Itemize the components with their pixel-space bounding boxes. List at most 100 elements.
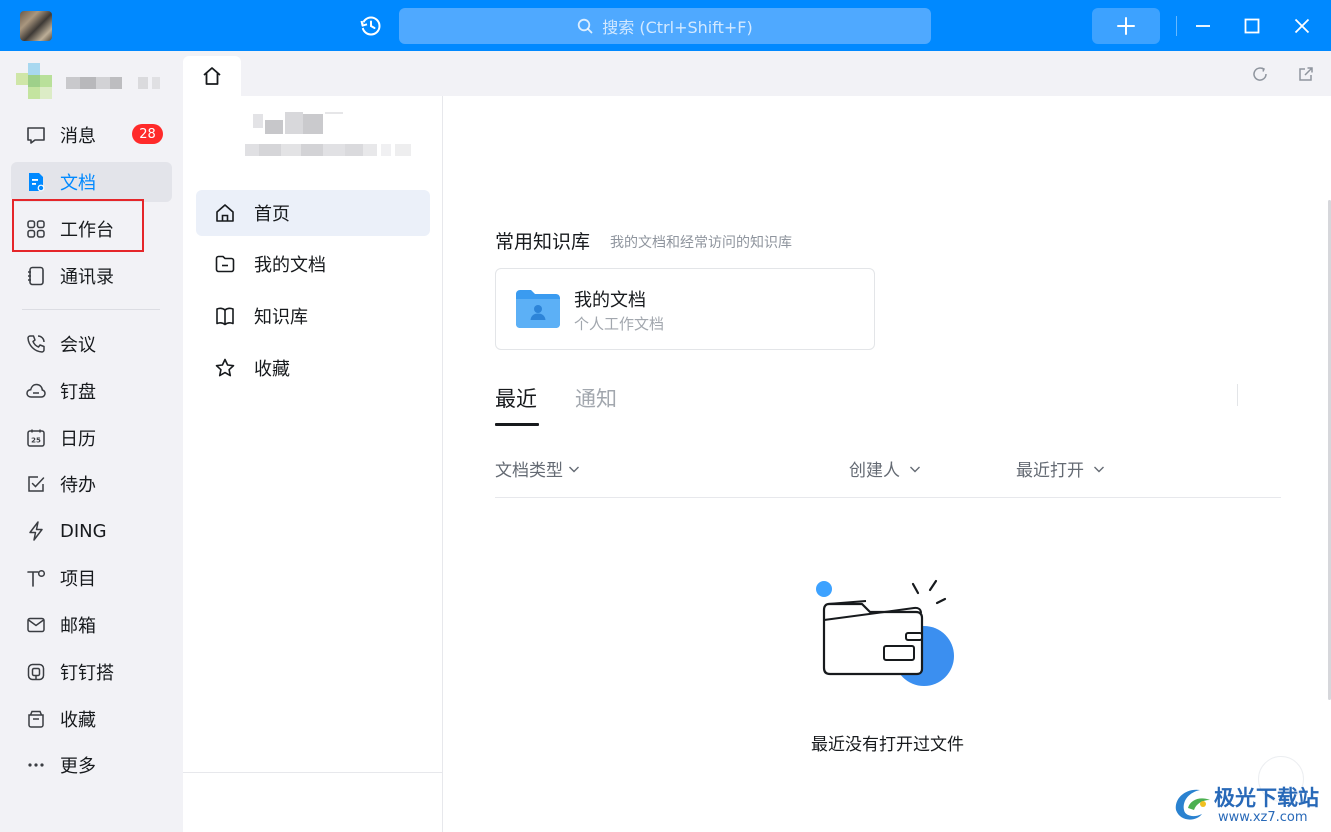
- nav-item-meeting[interactable]: 会议: [11, 324, 172, 364]
- topbar-divider: [1176, 16, 1177, 36]
- doc-icon: [25, 171, 47, 193]
- nav-label-todo: 待办: [60, 475, 96, 496]
- section-subtitle: 我的文档和经常访问的知识库: [610, 235, 792, 251]
- nav-item-ding[interactable]: DING: [11, 511, 172, 551]
- builder-icon: [25, 661, 47, 683]
- filter-doc-type[interactable]: 文档类型: [495, 456, 581, 481]
- user-avatar[interactable]: [20, 11, 52, 41]
- home-icon: [203, 67, 221, 85]
- knowledge-base-card[interactable]: 我的文档 个人工作文档: [495, 268, 875, 350]
- nav-item-docs[interactable]: 文档: [11, 162, 172, 202]
- nav-item-mail[interactable]: 邮箱: [11, 605, 172, 645]
- doc-nav-home[interactable]: 首页: [196, 190, 430, 236]
- create-button[interactable]: [1092, 8, 1160, 44]
- todo-icon: [25, 473, 47, 495]
- workspace-name-blurred: [245, 112, 425, 164]
- nav-item-messages[interactable]: 消息 28: [11, 115, 172, 155]
- unread-badge: 28: [132, 124, 163, 144]
- filter-recent-open[interactable]: 最近打开: [1016, 456, 1106, 481]
- nav-label-more: 更多: [60, 756, 96, 777]
- empty-state-text: 最近没有打开过文件: [811, 735, 964, 755]
- contacts-icon: [25, 265, 47, 287]
- search-icon: [578, 18, 593, 34]
- card-subtitle: 个人工作文档: [574, 315, 665, 333]
- nav-divider: [22, 309, 160, 310]
- lightning-icon: [25, 520, 47, 542]
- nav-label-docs: 文档: [60, 173, 96, 194]
- nav-label-drive: 钉盘: [60, 382, 96, 403]
- nav-item-favorites[interactable]: 收藏: [11, 699, 172, 739]
- plus-icon: [1117, 17, 1135, 35]
- maximize-icon: [1244, 18, 1260, 34]
- search-placeholder: 搜索 (Ctrl+Shift+F): [602, 18, 753, 37]
- filter-creator-label: 创建人: [849, 461, 900, 481]
- active-tab-indicator: [495, 423, 539, 426]
- nav-item-project[interactable]: 项目: [11, 558, 172, 598]
- doc-sidebar: 首页 我的文档 知识库 收藏: [183, 96, 443, 832]
- cloud-icon: [25, 380, 47, 402]
- tab-notifications[interactable]: 通知: [575, 383, 617, 413]
- filter-creator[interactable]: 创建人: [849, 456, 922, 481]
- svg-text:25: 25: [31, 437, 41, 445]
- nav-item-builder[interactable]: 钉钉搭: [11, 652, 172, 692]
- doc-nav-my-docs[interactable]: 我的文档: [196, 241, 430, 287]
- doc-nav-label-knowledge-base: 知识库: [254, 307, 308, 328]
- tab-strip: [183, 51, 1331, 96]
- nav-item-contacts[interactable]: 通讯录: [11, 256, 172, 296]
- nav-label-favorites: 收藏: [60, 710, 96, 731]
- chevron-down-icon: [910, 466, 920, 472]
- minimize-button[interactable]: [1190, 13, 1216, 39]
- tab-recent[interactable]: 最近: [495, 383, 537, 413]
- main-navigation: 消息 28 文档 工作台 通讯录 会议 钉盘 25 日历 待办 DING 项目 …: [0, 51, 183, 832]
- tab-divider: [1237, 384, 1238, 406]
- nav-label-mail: 邮箱: [60, 616, 96, 637]
- main-content: 常用知识库 我的文档和经常访问的知识库 我的文档 个人工作文档 最近 通知 文档…: [444, 96, 1331, 832]
- grid-icon: [25, 218, 47, 240]
- favorites-icon: [25, 708, 47, 730]
- nav-label-ding: DING: [60, 520, 107, 542]
- nav-label-contacts: 通讯录: [60, 267, 114, 288]
- nav-label-calendar: 日历: [60, 429, 96, 450]
- phone-icon: [25, 333, 47, 355]
- close-button[interactable]: [1289, 13, 1315, 39]
- nav-item-drive[interactable]: 钉盘: [11, 371, 172, 411]
- chevron-down-icon: [569, 466, 579, 472]
- doc-nav-label-my-docs: 我的文档: [254, 255, 326, 276]
- doc-nav-knowledge-base[interactable]: 知识库: [196, 293, 430, 339]
- nav-label-builder: 钉钉搭: [60, 663, 114, 684]
- maximize-button[interactable]: [1239, 13, 1265, 39]
- organization-profile[interactable]: [16, 63, 166, 103]
- watermark-name: 极光下载站: [1214, 786, 1319, 810]
- swirl-logo-icon: [1170, 780, 1216, 826]
- open-external-icon[interactable]: [1296, 64, 1316, 84]
- site-watermark: 极光下载站 www.xz7.com: [1170, 780, 1328, 830]
- nav-item-calendar[interactable]: 25 日历: [11, 418, 172, 458]
- nav-label-messages: 消息: [60, 126, 96, 147]
- doc-nav-label-favorites: 收藏: [254, 359, 290, 380]
- chevron-down-icon: [1094, 466, 1104, 472]
- history-icon[interactable]: [358, 13, 384, 39]
- section-title: 常用知识库: [495, 231, 591, 253]
- nav-item-todo[interactable]: 待办: [11, 464, 172, 504]
- search-input[interactable]: 搜索 (Ctrl+Shift+F): [399, 8, 931, 44]
- book-icon: [214, 305, 236, 327]
- more-icon: [25, 754, 47, 776]
- minimize-icon: [1196, 25, 1210, 27]
- refresh-icon[interactable]: [1250, 64, 1270, 84]
- doc-nav-favorites[interactable]: 收藏: [196, 345, 430, 391]
- project-icon: [25, 567, 47, 589]
- nav-label-workbench: 工作台: [60, 220, 114, 241]
- tab-home[interactable]: [183, 56, 241, 96]
- nav-item-more[interactable]: 更多: [11, 745, 172, 785]
- watermark-url: www.xz7.com: [1218, 810, 1308, 825]
- nav-label-project: 项目: [60, 569, 96, 590]
- card-title: 我的文档: [574, 290, 646, 311]
- doc-nav-label-home: 首页: [254, 204, 290, 225]
- empty-folder-illustration: [814, 574, 964, 694]
- calendar-icon: 25: [25, 427, 47, 449]
- nav-item-workbench[interactable]: 工作台: [11, 209, 172, 249]
- filter-doc-type-label: 文档类型: [495, 461, 563, 481]
- list-header-divider: [495, 497, 1281, 498]
- message-icon: [25, 124, 47, 146]
- close-icon: [1294, 18, 1310, 34]
